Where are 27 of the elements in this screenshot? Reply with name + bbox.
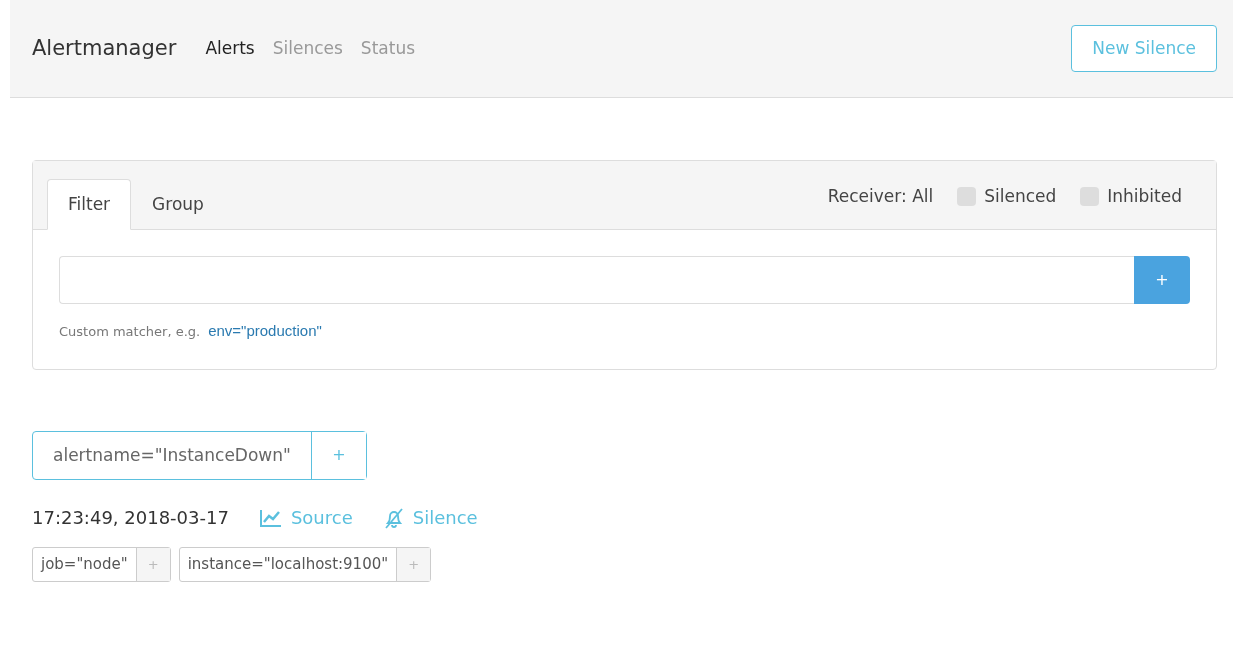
label-text: job="node" — [39, 554, 129, 575]
hint-text: Custom matcher, e.g. — [59, 323, 201, 341]
checkbox[interactable] — [1080, 187, 1100, 207]
example-link[interactable]: env="production" — [208, 320, 322, 343]
group-label: alertname="InstanceDown" — [52, 443, 292, 467]
brand[interactable]: Alertmanager — [32, 32, 177, 65]
checkbox[interactable] — [957, 187, 977, 207]
nav-link[interactable]: Silences — [267, 35, 348, 62]
add-button[interactable]: + — [135, 548, 170, 581]
checkbox-label: Silenced — [984, 185, 1057, 208]
new-silence-button[interactable]: New Silence — [1071, 24, 1217, 73]
alert-time: 17:23:49, 2018-03-17 — [32, 506, 229, 530]
tab[interactable]: Filter — [47, 178, 132, 230]
receiver-dropdown[interactable]: Receiver: All — [827, 184, 934, 210]
add-button[interactable]: + — [310, 431, 366, 479]
tab[interactable]: Group — [131, 178, 225, 230]
silence-link[interactable]: Silence — [382, 504, 478, 531]
nav-link[interactable]: Alerts — [200, 35, 260, 62]
checkbox-label: Inhibited — [1107, 185, 1182, 208]
source-link[interactable]: Source — [258, 504, 353, 531]
nav-link[interactable]: Status — [355, 35, 420, 62]
label-text: instance="localhost:9100" — [186, 554, 390, 575]
muted-bell-icon — [382, 506, 405, 529]
chart-icon — [258, 507, 283, 528]
add-button[interactable]: + — [396, 548, 431, 581]
add-button[interactable]: + — [1134, 256, 1190, 304]
filter-input[interactable] — [59, 256, 1134, 304]
